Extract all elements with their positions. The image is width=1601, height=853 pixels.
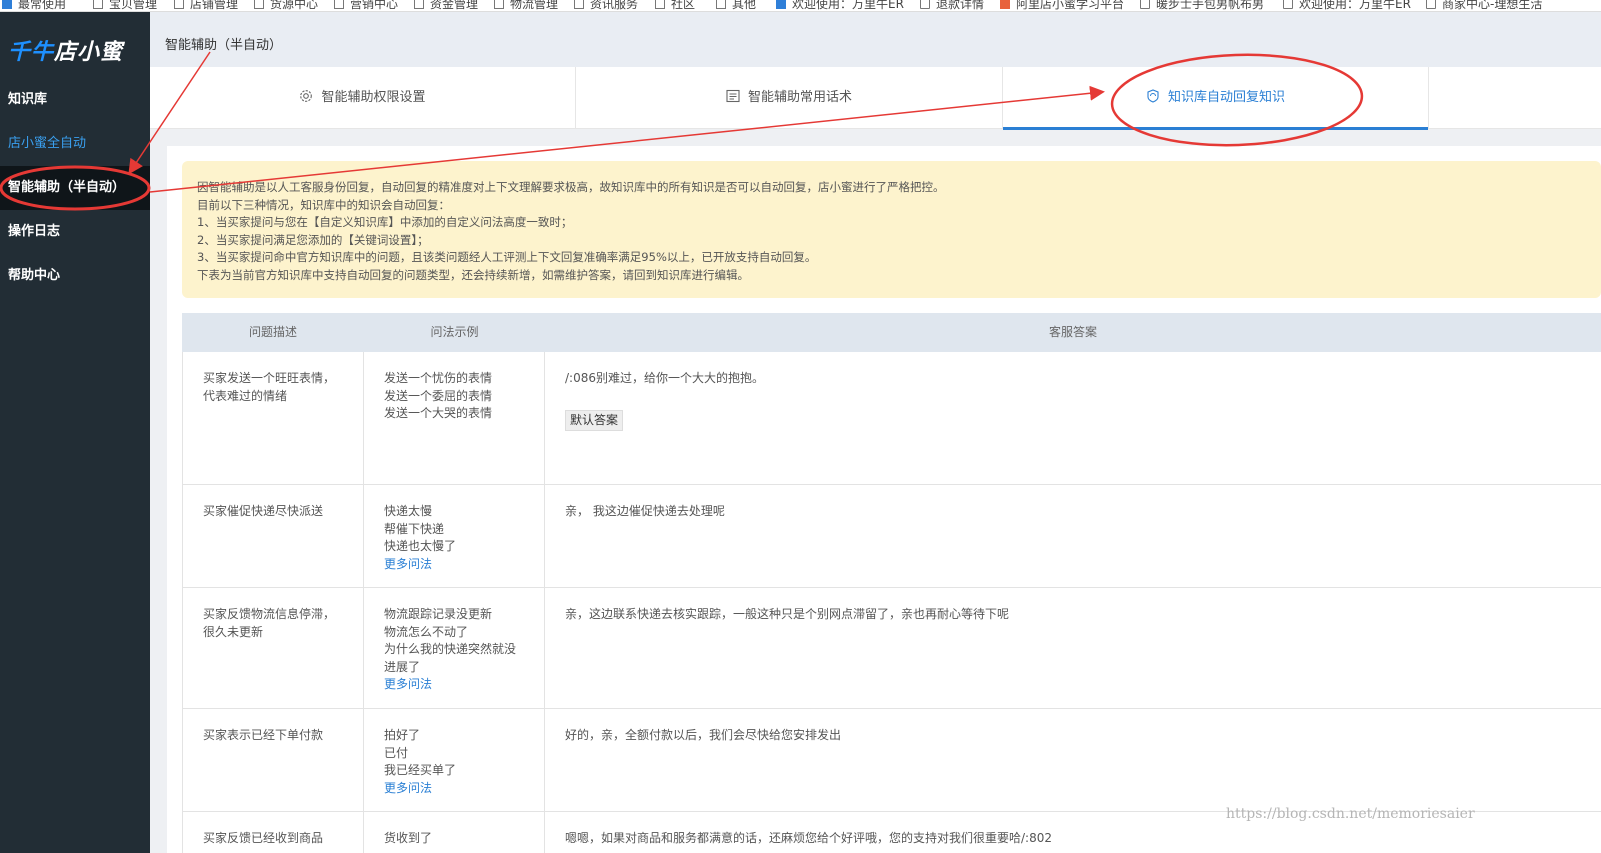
table-row: 买家表示已经下单付款 拍好了 已付 我已经买单了 更多问法 好的，亲，全额付款以… bbox=[182, 709, 1601, 812]
table-header: 问题描述 问法示例 客服答案 bbox=[182, 313, 1601, 352]
page-icon bbox=[1283, 0, 1293, 9]
question-examples: 物流跟踪记录没更新 物流怎么不动了 为什么我的快递突然就没进展了 更多问法 bbox=[364, 588, 545, 708]
more-questions-link[interactable]: 更多问法 bbox=[384, 676, 526, 694]
folder-icon bbox=[334, 0, 344, 9]
bookmark-item[interactable]: 欢迎使用：万里牛ER bbox=[1283, 0, 1411, 11]
column-header: 问法示例 bbox=[430, 325, 479, 339]
more-questions-link[interactable]: 更多问法 bbox=[384, 780, 526, 798]
folder-icon bbox=[655, 0, 665, 9]
bookmark-item[interactable]: 宝贝管理 bbox=[93, 0, 157, 11]
service-answer: 好的，亲，全额付款以后，我们会尽快给您安排发出 bbox=[565, 728, 842, 742]
question-description: 买家反馈物流信息停滞，很久未更新 bbox=[182, 588, 364, 708]
bookmarks-bar: 最常使用 宝贝管理 店铺管理 货源中心 营销中心 资金管理 物流管理 资讯服务 … bbox=[0, 0, 1601, 12]
folder-icon bbox=[414, 0, 424, 9]
gear-icon bbox=[300, 90, 313, 102]
tab-common-phrases[interactable]: 智能辅助常用话术 bbox=[576, 67, 1003, 129]
notice-line: 1、当买家提问与您在【自定义知识库】中添加的自定义问法高度一致时； bbox=[197, 215, 573, 229]
main-content: 因智能辅助是以人工客服身份回复，自动回复的精准度对上下文理解要求极高，故知识库中… bbox=[167, 146, 1601, 853]
bookmark-item[interactable]: 资讯服务 bbox=[574, 0, 638, 11]
notice-box: 因智能辅助是以人工客服身份回复，自动回复的精准度对上下文理解要求极高，故知识库中… bbox=[182, 161, 1601, 298]
app-logo[interactable]: 千牛店小蜜 bbox=[8, 34, 123, 66]
sidebar-item-smart-assist[interactable]: 智能辅助（半自动） bbox=[0, 166, 150, 210]
notice-line: 目前以下三种情况，知识库中的知识会自动回复： bbox=[197, 197, 450, 212]
checkbox-icon bbox=[2, 0, 12, 9]
tab-bar: 智能辅助权限设置 智能辅助常用话术 知识库自动回复知识 bbox=[150, 67, 1601, 130]
bookmark-item[interactable]: 货源中心 bbox=[254, 0, 318, 11]
table-row: 买家催促快递尽快派送 快递太慢 帮催下快递 快递也太慢了 更多问法 亲， 我这边… bbox=[182, 485, 1601, 588]
tab-knowledge-auto-reply[interactable]: 知识库自动回复知识 bbox=[1003, 67, 1429, 130]
folder-icon bbox=[494, 0, 504, 9]
default-answer-badge: 默认答案 bbox=[565, 409, 624, 431]
service-answer: 亲， 我这边催促快递去处理呢 bbox=[565, 504, 725, 518]
page-icon bbox=[1426, 0, 1436, 9]
sidebar-item-full-auto[interactable]: 店小蜜全自动 bbox=[0, 122, 150, 166]
refresh-icon bbox=[1147, 89, 1159, 103]
notice-line: 因智能辅助是以人工客服身份回复，自动回复的精准度对上下文理解要求极高，故知识库中… bbox=[197, 180, 945, 194]
folder-icon bbox=[254, 0, 264, 9]
service-answer: /:086别难过，给你一个大大的抱抱。 默认答案 bbox=[545, 352, 1601, 484]
folder-icon bbox=[93, 0, 103, 9]
table-row: 买家反馈物流信息停滞，很久未更新 物流跟踪记录没更新 物流怎么不动了 为什么我的… bbox=[182, 588, 1601, 709]
more-questions-link[interactable]: 更多问法 bbox=[384, 556, 526, 574]
question-description: 买家催促快递尽快派送 bbox=[182, 485, 364, 587]
folder-icon bbox=[574, 0, 584, 9]
bookmark-item[interactable]: 店铺管理 bbox=[174, 0, 238, 11]
bookmark-item[interactable]: 营销中心 bbox=[334, 0, 398, 11]
bookmark-item[interactable]: 欢迎使用：万里牛ER bbox=[776, 0, 904, 11]
bookmark-item[interactable]: 退款详情 bbox=[920, 0, 984, 11]
folder-icon bbox=[174, 0, 184, 9]
question-description: 买家反馈已经收到商品 bbox=[182, 812, 364, 853]
service-answer: 亲，这边联系快递去核实跟踪，一般这种只是个别网点滞留了，亲也再耐心等待下呢 bbox=[565, 607, 1010, 621]
question-description: 买家表示已经下单付款 bbox=[182, 709, 364, 811]
page-icon bbox=[920, 0, 930, 9]
notice-line: 下表为当前官方知识库中支持自动回复的问题类型，还会持续新增，如需维护答案，请回到… bbox=[197, 267, 749, 282]
tab-permission-settings[interactable]: 智能辅助权限设置 bbox=[150, 67, 576, 129]
bookmark-item[interactable]: 社区 bbox=[655, 0, 695, 11]
sidebar: 千牛店小蜜 知识库 店小蜜全自动 智能辅助（半自动） 操作日志 帮助中心 bbox=[0, 12, 150, 853]
page-title: 智能辅助（半自动） bbox=[165, 38, 283, 53]
bookmark-item[interactable]: 资金管理 bbox=[414, 0, 478, 11]
column-header: 问题描述 bbox=[248, 325, 297, 339]
sidebar-item-operation-log[interactable]: 操作日志 bbox=[0, 210, 150, 254]
bookmark-item[interactable]: 商家中心-理想生活 bbox=[1426, 0, 1542, 11]
sidebar-item-knowledge-base[interactable]: 知识库 bbox=[0, 78, 150, 122]
bookmark-item[interactable]: 暖步士手包男帆布男 bbox=[1140, 0, 1264, 11]
h-logo-icon bbox=[776, 0, 786, 9]
notice-line: 3、当买家提问命中官方知识库中的问题，且该类问题经人工评测上下文回复准确率满足9… bbox=[197, 250, 817, 264]
column-header: 客服答案 bbox=[1048, 325, 1097, 339]
table-row: 买家发送一个旺旺表情，代表难过的情绪 发送一个忧伤的表情 发送一个委屈的表情 发… bbox=[182, 352, 1601, 485]
bookmark-item[interactable]: 其他 bbox=[716, 0, 756, 11]
page-icon bbox=[1140, 0, 1150, 9]
watermark: https://blog.csdn.net/memoriesaier bbox=[1226, 806, 1475, 822]
question-examples: 拍好了 已付 我已经买单了 更多问法 bbox=[364, 709, 545, 811]
question-description: 买家发送一个旺旺表情，代表难过的情绪 bbox=[182, 352, 364, 484]
question-examples: 货收到了 bbox=[364, 812, 545, 853]
notice-line: 2、当买家提问满足您添加的【关键词设置】； bbox=[197, 232, 429, 247]
bookmark-item[interactable]: 物流管理 bbox=[494, 0, 558, 11]
question-examples: 快递太慢 帮催下快递 快递也太慢了 更多问法 bbox=[364, 485, 545, 587]
bookmark-item[interactable]: 最常使用 bbox=[2, 0, 66, 11]
page-header: 智能辅助（半自动） bbox=[150, 12, 1601, 67]
ali-logo-icon bbox=[1000, 0, 1010, 9]
sidebar-item-help-center[interactable]: 帮助中心 bbox=[0, 254, 150, 298]
bookmark-item[interactable]: 阿里店小蜜学习平台 bbox=[1000, 0, 1124, 11]
message-icon bbox=[726, 89, 740, 103]
question-examples: 发送一个忧伤的表情 发送一个委屈的表情 发送一个大哭的表情 bbox=[364, 352, 545, 484]
folder-icon bbox=[716, 0, 726, 9]
